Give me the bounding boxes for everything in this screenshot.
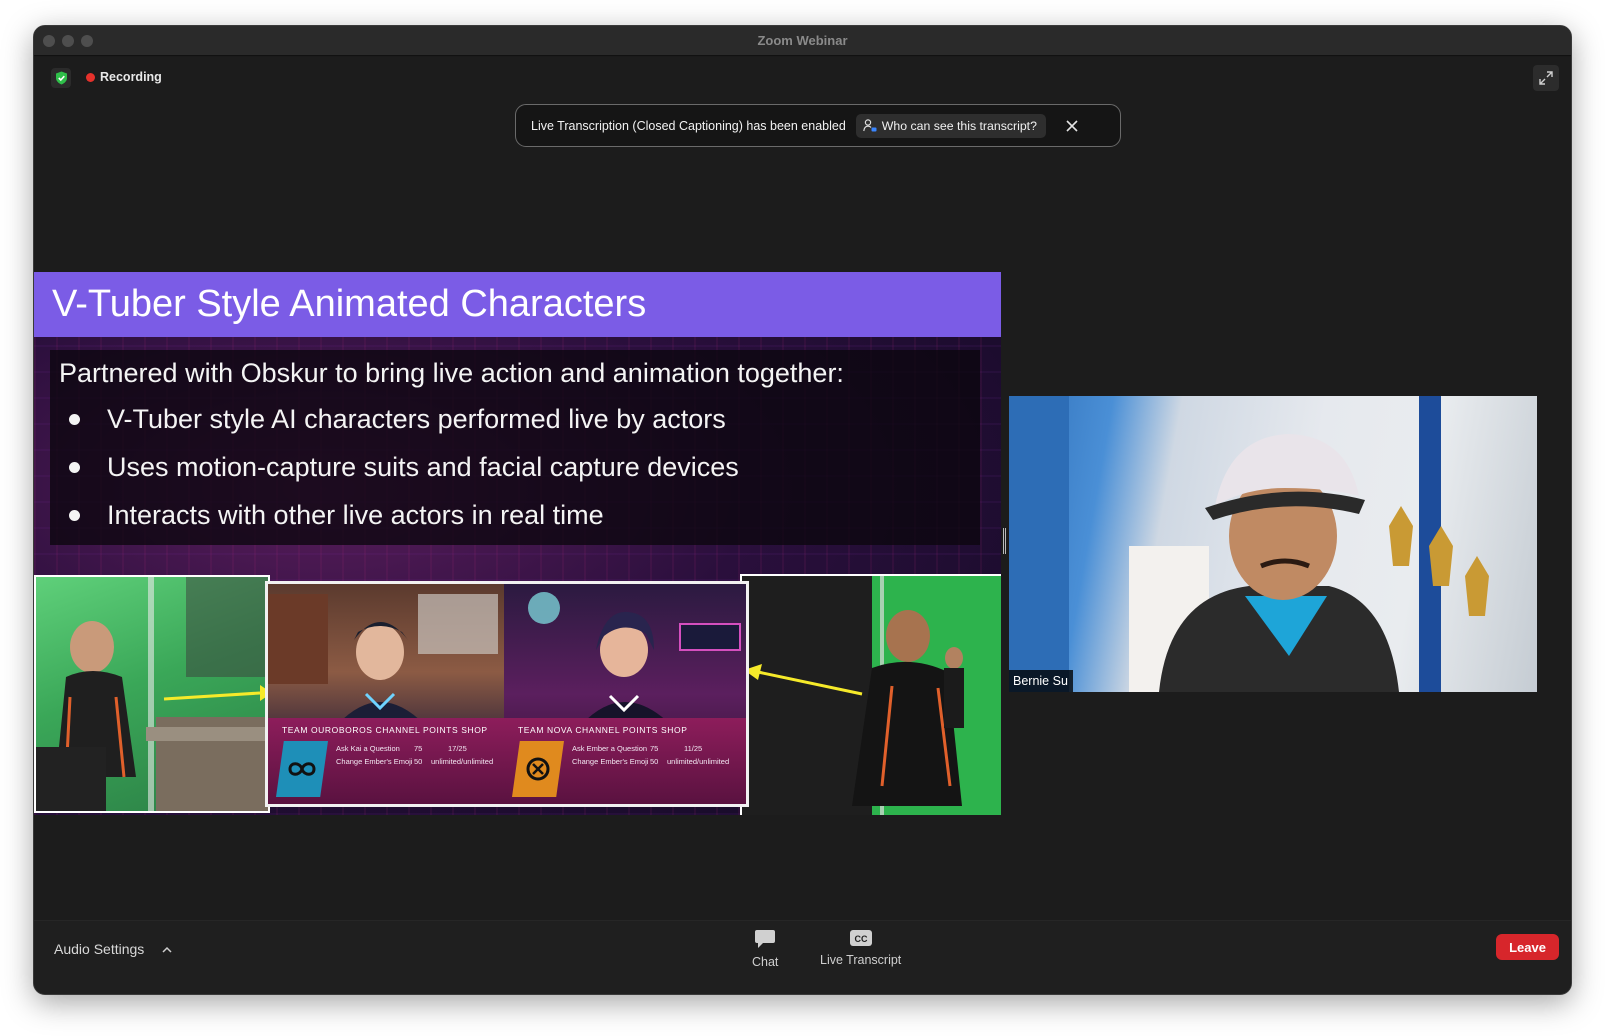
who-can-see-button[interactable]: Who can see this transcript? [855, 113, 1046, 138]
svg-text:CC: CC [854, 934, 867, 944]
shop-title: TEAM NOVA CHANNEL POINTS SHOP [518, 725, 688, 735]
person-lock-icon [862, 119, 877, 132]
slide-intro: Partnered with Obskur to bring live acti… [59, 358, 844, 388]
ouroboros-points-shop: TEAM OUROBOROS CHANNEL POINTS SHOP Ask K… [268, 718, 504, 804]
slide-header: V-Tuber Style Animated Characters [34, 272, 1001, 337]
speaker-video [1009, 396, 1489, 692]
chevron-up-icon [162, 946, 172, 953]
shop-limit: unlimited/unlimited [431, 757, 494, 766]
chat-button[interactable]: Chat [752, 929, 778, 969]
chat-bubble-icon [755, 930, 776, 948]
shop-title: TEAM OUROBOROS CHANNEL POINTS SHOP [282, 725, 488, 735]
shop-cost: 50 [650, 757, 659, 766]
audio-settings-button[interactable]: Audio Settings [54, 941, 172, 957]
fullscreen-button[interactable] [1533, 65, 1559, 91]
shop-item: Ask Ember a Question [572, 744, 648, 753]
shop-limit: unlimited/unlimited [667, 757, 730, 766]
shop-row: Change Ember's Emoji 50 unlimited/unlimite… [336, 757, 493, 766]
slide-bullet: V-Tuber style AI characters performed li… [69, 404, 726, 435]
shop-item: Change Ember's Emoji [572, 757, 649, 766]
meeting-stage: Recording Live Transcription (Closed Cap… [34, 57, 1571, 922]
live-transcript-button[interactable]: CC Live Transcript [820, 929, 901, 967]
bullet-dot-icon [69, 510, 80, 521]
closed-caption-icon: CC [849, 930, 872, 946]
audio-settings-label: Audio Settings [54, 941, 145, 957]
close-banner-button[interactable] [1064, 118, 1080, 134]
banner-message: Live Transcription (Closed Captioning) h… [531, 118, 846, 133]
who-can-see-label: Who can see this transcript? [881, 118, 1037, 133]
shop-limit: 17/25 [448, 744, 467, 753]
bullet-text: V-Tuber style AI characters performed li… [107, 404, 726, 434]
expand-icon [1539, 71, 1553, 85]
bullet-text: Uses motion-capture suits and facial cap… [107, 452, 739, 482]
shop-cost: 75 [414, 744, 423, 753]
transcription-banner: Live Transcription (Closed Captioning) h… [515, 104, 1121, 147]
slide-bullet: Uses motion-capture suits and facial cap… [69, 452, 739, 483]
shop-cost: 50 [414, 757, 423, 766]
bullet-dot-icon [69, 462, 80, 473]
live-transcript-label: Live Transcript [820, 953, 902, 967]
chat-label: Chat [752, 955, 779, 969]
shop-row: Change Ember's Emoji 50 unlimited/unlimite… [572, 757, 729, 766]
shared-slide: V-Tuber Style Animated Characters Partne… [34, 272, 1001, 815]
window-title: Zoom Webinar [757, 33, 848, 48]
title-bar: Zoom Webinar [34, 26, 1571, 56]
slide-title: V-Tuber Style Animated Characters [52, 283, 647, 325]
shop-cost: 75 [650, 744, 659, 753]
bullet-dot-icon [69, 414, 80, 425]
actor-green-screen-photo-left [34, 575, 270, 813]
security-shield-icon[interactable] [51, 68, 71, 88]
close-icon [1066, 119, 1078, 132]
speaker-video-tile[interactable]: Bernie Su [1009, 396, 1537, 692]
animated-characters-screenshot: TEAM OUROBOROS CHANNEL POINTS SHOP Ask K… [265, 581, 749, 807]
recording-dot-icon [86, 72, 95, 82]
slide-bullet: Interacts with other live actors in real… [69, 500, 604, 531]
nova-logo-icon [512, 741, 564, 797]
recording-indicator[interactable]: Recording [86, 70, 162, 84]
shop-row: Ask Kai a Question 75 17/25 [336, 744, 467, 753]
ouroboros-logo-icon [276, 741, 328, 797]
meeting-toolbar: Audio Settings Chat CC Live Transcript L… [34, 920, 1571, 994]
recording-label: Recording [100, 70, 162, 84]
leave-button[interactable]: Leave [1496, 934, 1559, 960]
view-resize-handle[interactable] [1003, 528, 1006, 554]
shop-limit: 11/25 [684, 744, 703, 753]
participant-name-tag: Bernie Su [1009, 670, 1073, 692]
shop-item: Change Ember's Emoji [336, 757, 413, 766]
slide-text-box: Partnered with Obskur to bring live acti… [50, 350, 980, 545]
bullet-text: Interacts with other live actors in real… [107, 500, 604, 530]
shop-item: Ask Kai a Question [336, 744, 400, 753]
actor-green-screen-photo-right [740, 574, 1001, 815]
nova-points-shop: TEAM NOVA CHANNEL POINTS SHOP Ask Ember … [504, 718, 746, 804]
shop-row: Ask Ember a Question 75 11/25 [572, 744, 702, 753]
zoom-window: Zoom Webinar Recording Live Transcriptio… [33, 25, 1572, 995]
